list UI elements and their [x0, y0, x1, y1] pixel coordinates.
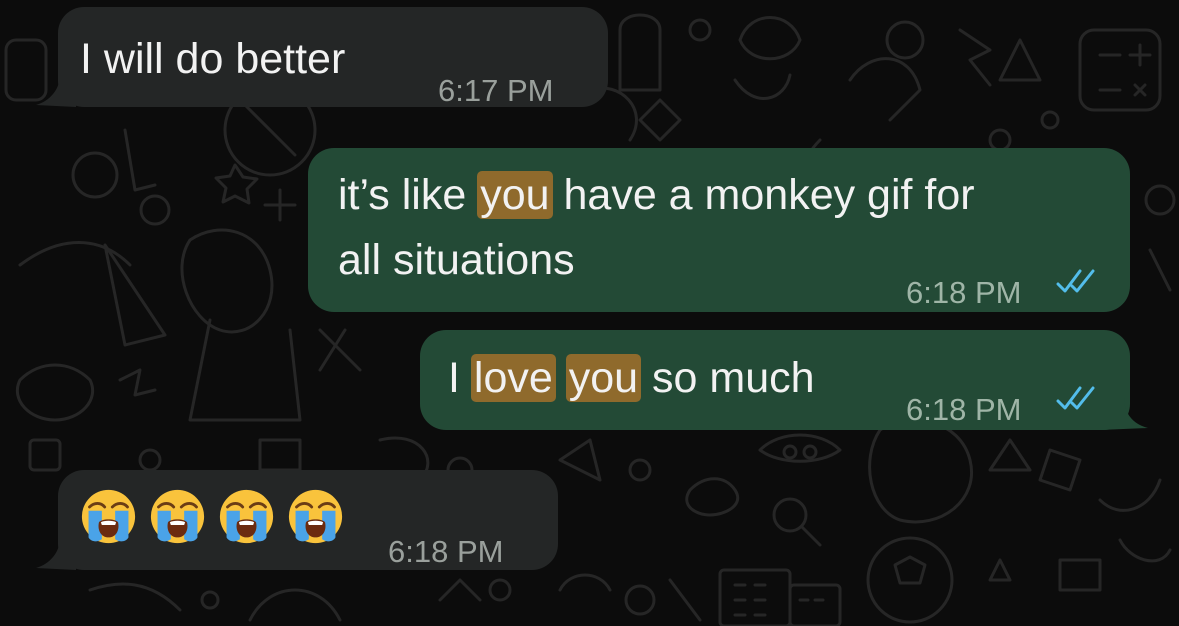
loudly-crying-face-emoji-icon	[288, 489, 343, 544]
message-text-segment: so much	[640, 354, 815, 402]
loudly-crying-face-emoji-icon	[219, 489, 274, 544]
outgoing-message-bubble[interactable]: it’s like you have a monkey gif for all …	[308, 148, 1130, 312]
chat-view[interactable]: I will do better 6:17 PM it’s like you h…	[0, 0, 1179, 626]
incoming-bubble-tail	[36, 538, 76, 570]
read-receipt-icon	[1056, 386, 1095, 410]
loudly-crying-face-emoji-icon	[150, 489, 205, 544]
read-receipt-icon	[1056, 269, 1095, 293]
emoji-message	[80, 488, 344, 545]
message-timestamp: 6:18 PM	[906, 275, 1022, 310]
message-timestamp: 6:17 PM	[438, 73, 554, 108]
loudly-crying-face-emoji-icon	[81, 489, 136, 544]
message-text-line-1: it’s like you have a monkey gif for	[338, 163, 975, 227]
message-text-line-2: all situations	[338, 236, 575, 284]
search-highlight: love	[470, 354, 556, 402]
message-text-segment	[555, 354, 567, 402]
incoming-message-bubble[interactable]: I will do better 6:17 PM	[58, 7, 608, 108]
outgoing-message-bubble[interactable]: I love you so much 6:18 PM	[420, 330, 1130, 430]
message-text-segment: it’s like	[338, 171, 479, 219]
message-text: I love you so much	[448, 346, 815, 410]
message-text-segment: have a monkey gif for	[551, 171, 975, 219]
message-timestamp: 6:18 PM	[388, 534, 504, 569]
incoming-bubble-tail	[36, 75, 76, 107]
message-text-segment: I	[448, 354, 472, 402]
search-highlight: you	[565, 354, 642, 402]
message-timestamp: 6:18 PM	[906, 392, 1022, 427]
search-highlight: you	[477, 171, 553, 219]
outgoing-bubble-tail	[1100, 398, 1148, 430]
message-text: I will do better	[80, 35, 346, 83]
incoming-message-bubble[interactable]: 6:18 PM	[58, 470, 558, 570]
